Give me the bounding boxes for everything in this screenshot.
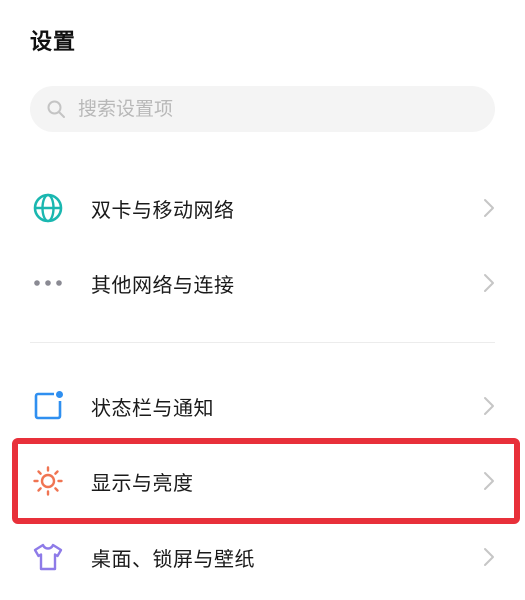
settings-item-status-bar[interactable]: 状态栏与通知: [0, 372, 525, 440]
tshirt-icon: [31, 540, 65, 574]
settings-item-dual-sim[interactable]: 双卡与移动网络: [0, 174, 525, 242]
settings-item-label: 双卡与移动网络: [91, 197, 235, 222]
chevron-right-icon: [484, 274, 494, 292]
chevron-right-icon: [484, 548, 494, 566]
settings-item-other-networks[interactable]: 其他网络与连接: [0, 249, 525, 317]
chevron-right-icon: [484, 199, 494, 217]
section-divider: [30, 342, 495, 343]
sun-icon: [31, 464, 65, 498]
settings-item-label: 桌面、锁屏与壁纸: [91, 546, 255, 571]
status-bar-icon: [31, 389, 65, 423]
chevron-right-icon: [484, 472, 494, 490]
search-icon: [47, 100, 65, 118]
settings-item-label: 显示与亮度: [91, 470, 194, 495]
search-input[interactable]: [78, 98, 478, 120]
settings-item-label: 状态栏与通知: [91, 395, 214, 420]
settings-item-label: 其他网络与连接: [91, 272, 235, 297]
settings-item-display-brightness[interactable]: 显示与亮度: [0, 447, 525, 515]
globe-icon: [31, 191, 65, 225]
chevron-right-icon: [484, 397, 494, 415]
settings-item-home-lock-wallpaper[interactable]: 桌面、锁屏与壁纸: [0, 523, 525, 591]
page-title: 设置: [30, 30, 77, 55]
more-dots-icon: [31, 266, 65, 300]
search-bar[interactable]: [30, 86, 495, 132]
